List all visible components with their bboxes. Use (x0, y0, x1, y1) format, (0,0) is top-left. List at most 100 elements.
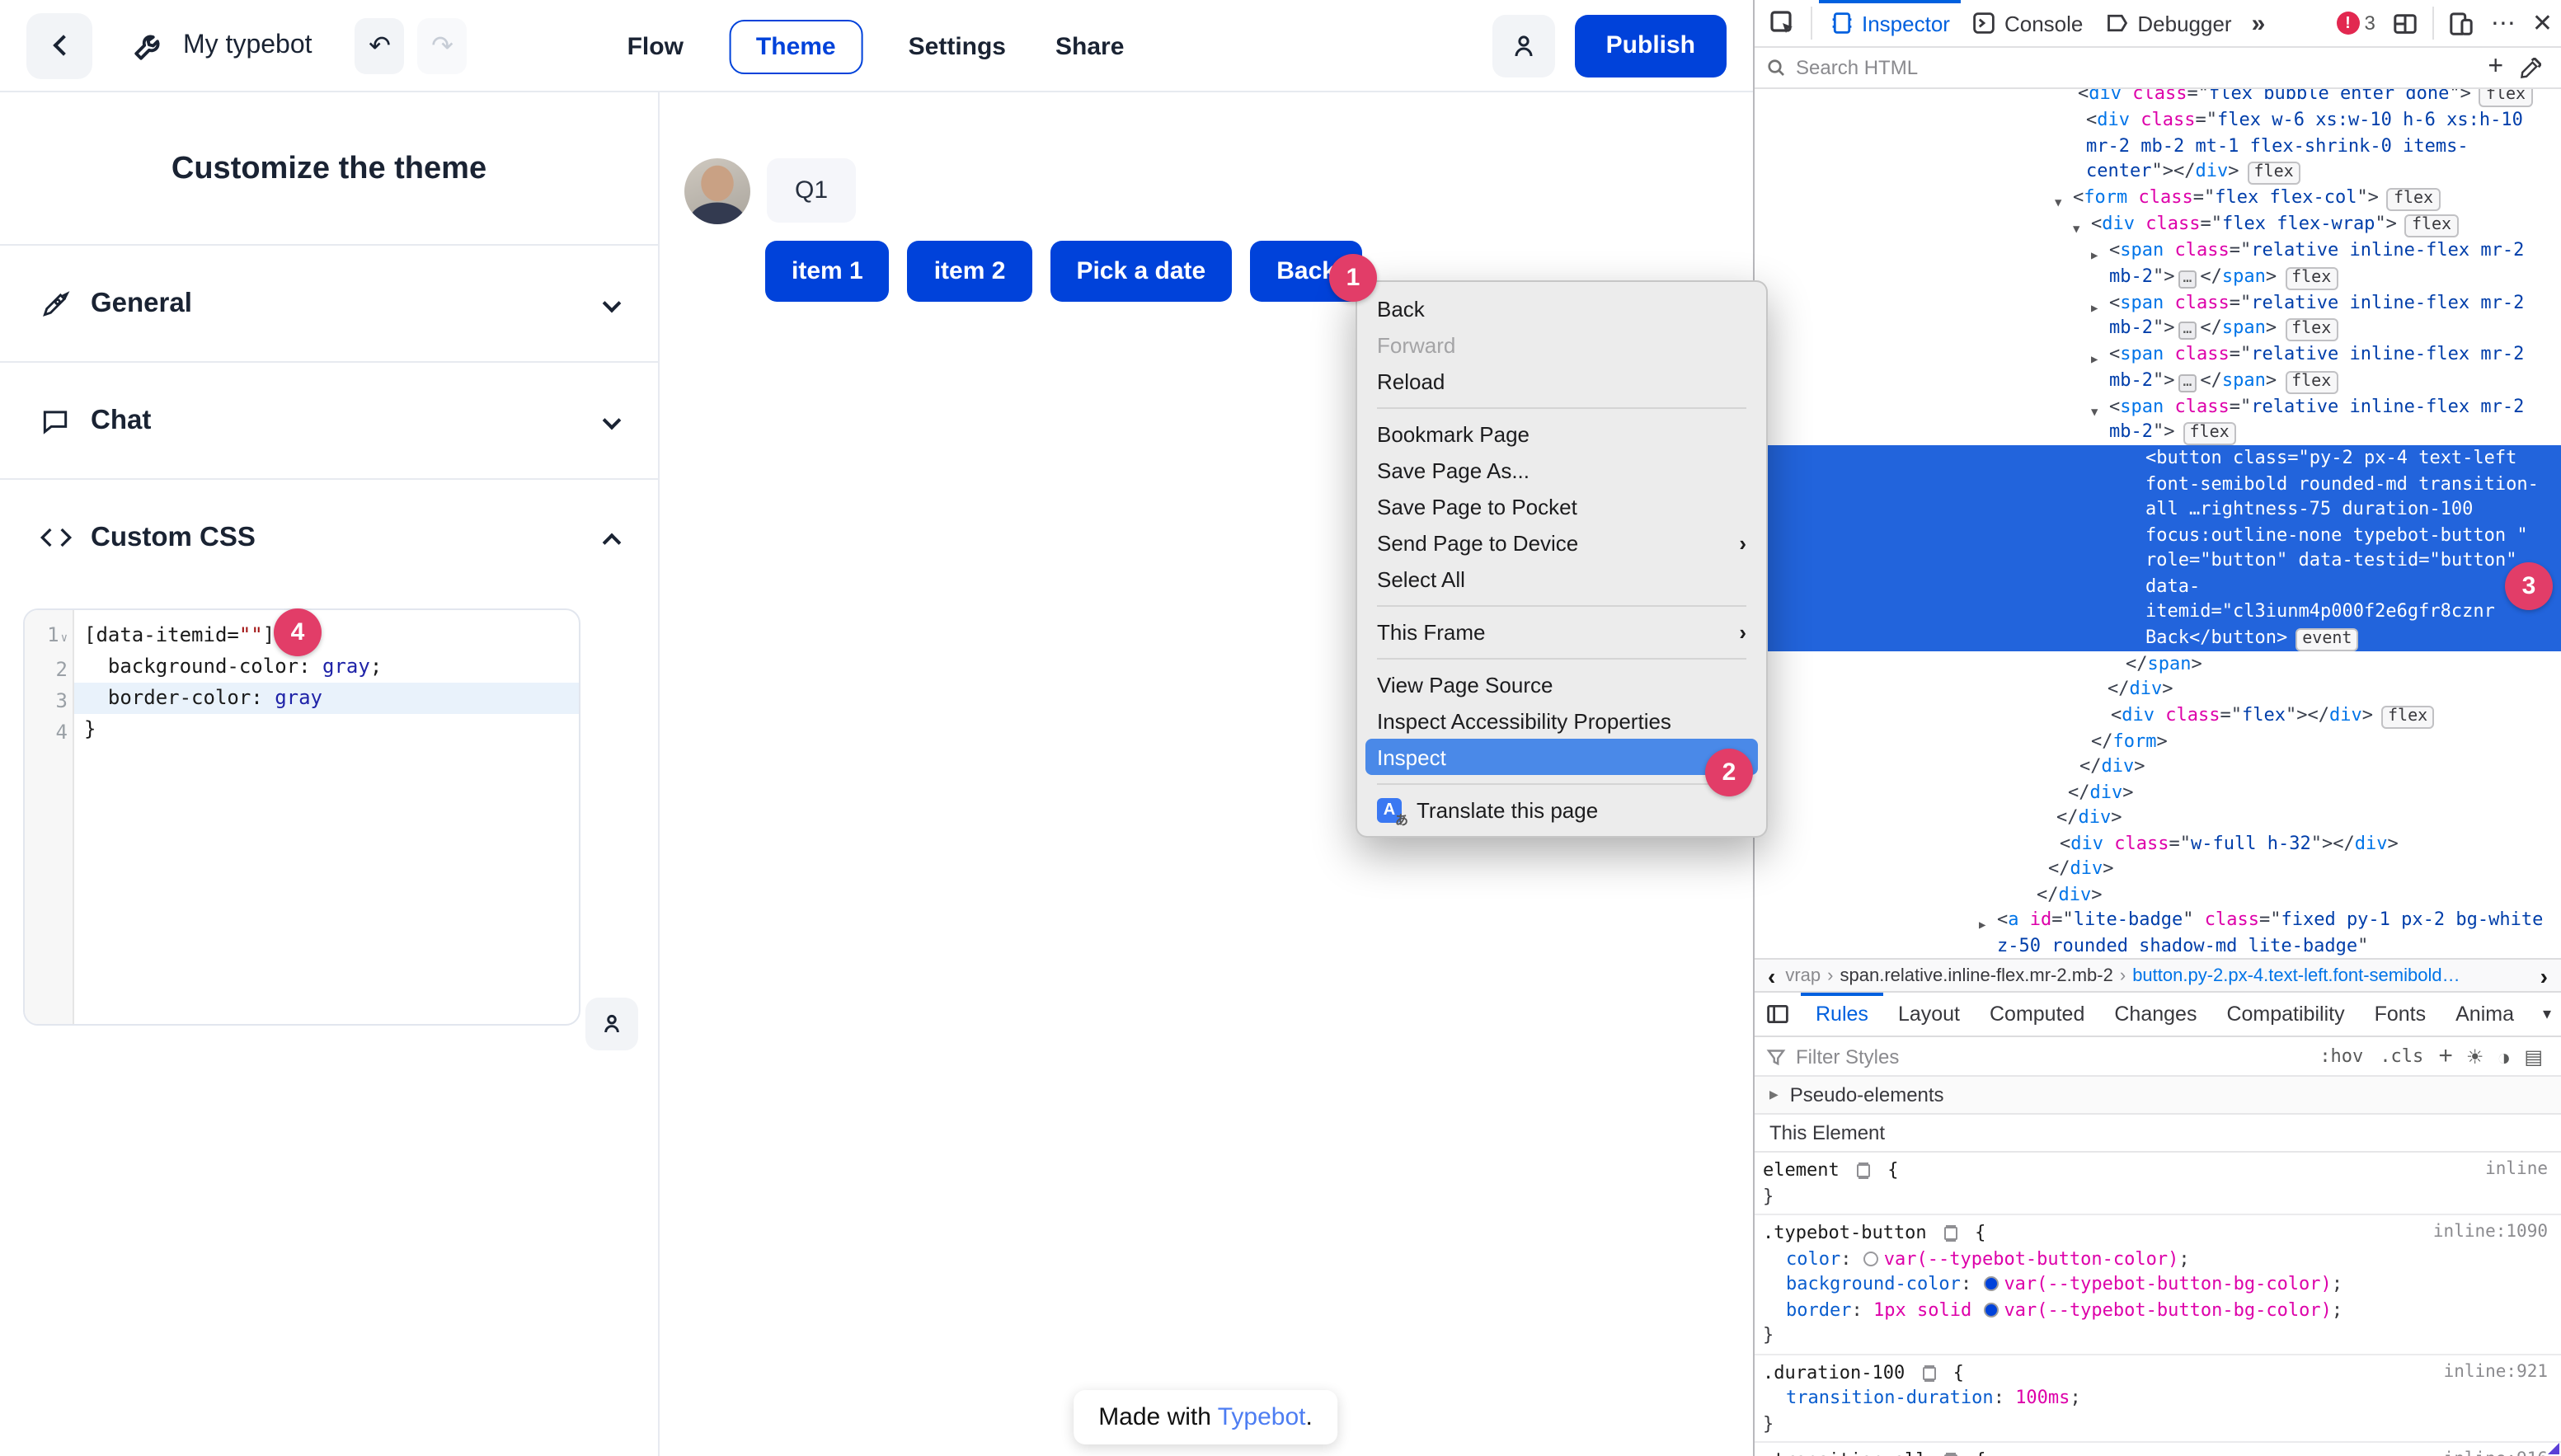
publish-button[interactable]: Publish (1575, 14, 1727, 77)
collapsed-ellipsis[interactable]: … (2178, 373, 2197, 392)
rule-selector-line[interactable]: inline:916.transition-all { (1763, 1448, 2548, 1456)
collaborators-button[interactable] (1492, 14, 1555, 77)
rule-source-link[interactable]: inline:916 (2444, 1448, 2548, 1456)
choice-button-pick-a-date[interactable]: Pick a date (1050, 241, 1232, 302)
tree-node[interactable]: </form> (1755, 728, 2561, 754)
tree-node[interactable]: </div> (1755, 881, 2561, 907)
tabs-dropdown-icon[interactable]: ▾ (2533, 1005, 2561, 1023)
panel-tab-compatibility[interactable]: Compatibility (2211, 993, 2359, 1036)
error-badge-icon[interactable]: ! (2336, 12, 2359, 35)
twisty-icon[interactable]: ▶ (2091, 348, 2098, 373)
made-with-badge[interactable]: Made with Typebot. (1074, 1390, 1337, 1444)
css-declaration[interactable]: border: 1px solid var(--typebot-button-b… (1763, 1297, 2548, 1322)
fold-icon[interactable]: ∨ (61, 632, 68, 645)
editor-code[interactable]: [data-itemid=""] { background-color: gra… (74, 610, 579, 1024)
twisty-icon[interactable]: ▶ (1979, 914, 1985, 939)
node-badge[interactable]: flex (2405, 214, 2458, 237)
panel-tab-rules[interactable]: Rules (1801, 993, 1883, 1036)
rule-source-link[interactable]: inline:1090 (2433, 1220, 2548, 1246)
highlight-target-icon[interactable] (1922, 1366, 1935, 1379)
tree-node[interactable]: ▼<form class="flex flex-col">flex (1755, 185, 2561, 211)
rule-source-link[interactable]: inline:921 (2444, 1360, 2548, 1385)
menu-item-back[interactable]: Back (1357, 290, 1766, 326)
breadcrumb-item[interactable]: span.relative.inline-flex.mr-2.mb-2 (1840, 965, 2113, 985)
tree-node[interactable]: <div class="flex"></div>flex (1755, 702, 2561, 728)
tree-node[interactable]: ▼<div class="flex flex-wrap">flex (1755, 211, 2561, 237)
node-badge[interactable]: flex (2387, 188, 2440, 211)
undo-button[interactable]: ↶ (355, 17, 405, 73)
node-badge[interactable]: event (2296, 627, 2358, 651)
tree-node[interactable]: </div> (1755, 805, 2561, 830)
color-swatch-icon[interactable] (1984, 1302, 1999, 1317)
menu-item-select-all[interactable]: Select All (1357, 561, 1766, 597)
tree-node[interactable]: <div class="flex bubble enter done">flex (1755, 89, 2561, 107)
filter-styles-bar[interactable]: Filter Styles :hov .cls + ☀ ◑ ▤ (1755, 1037, 2561, 1077)
section-custom-css[interactable]: Custom CSS (0, 478, 658, 595)
tab-share[interactable]: Share (1052, 21, 1127, 72)
node-badge[interactable]: flex (2183, 422, 2236, 445)
menu-item-save-page-to-pocket[interactable]: Save Page to Pocket (1357, 488, 1766, 524)
sidebar-toggle-icon[interactable] (1755, 1003, 1801, 1026)
choice-button-item-2[interactable]: item 2 (908, 241, 1032, 302)
light-scheme-icon[interactable]: ☀ (2460, 1045, 2491, 1068)
node-badge[interactable]: flex (2285, 370, 2338, 393)
css-declaration[interactable]: color: var(--typebot-button-color); (1763, 1246, 2548, 1271)
menu-item-reload[interactable]: Reload (1357, 363, 1766, 399)
pick-element-icon[interactable] (1761, 10, 1804, 36)
menu-item-bookmark-page[interactable]: Bookmark Page (1357, 416, 1766, 452)
node-badge[interactable]: flex (2285, 266, 2338, 289)
highlight-target-icon[interactable] (1857, 1164, 1870, 1177)
rule-source-link[interactable]: inline (2485, 1158, 2548, 1183)
panel-tab-anima[interactable]: Anima (2441, 993, 2529, 1036)
devtools-tab-inspector[interactable]: Inspector (1819, 0, 1962, 46)
preview-avatar-button[interactable] (585, 998, 638, 1050)
panel-tab-layout[interactable]: Layout (1883, 993, 1975, 1036)
color-swatch-icon[interactable] (1984, 1276, 1999, 1291)
eyedropper-icon[interactable] (2512, 57, 2549, 78)
devtools-tab-debugger[interactable]: Debugger (2094, 0, 2243, 46)
menu-item-this-frame[interactable]: This Frame› (1357, 613, 1766, 650)
panel-tab-fonts[interactable]: Fonts (2360, 993, 2441, 1036)
panel-tab-changes[interactable]: Changes (2099, 993, 2211, 1036)
pseudo-class-toggle[interactable]: :hov (2311, 1045, 2371, 1067)
tree-node[interactable]: <div class="flex w-6 xs:w-10 h-6 xs:h-10… (1755, 107, 2561, 185)
code-line[interactable]: } (74, 714, 579, 745)
custom-css-editor[interactable]: 1∨234 [data-itemid=""] { background-colo… (23, 608, 580, 1026)
breadcrumb-item[interactable]: button.py-2.px-4.text-left.font-semibold… (2132, 965, 2460, 985)
tree-node[interactable]: ▶<a id="lite-badge" class="fixed py-1 px… (1755, 907, 2561, 958)
selected-tree-node[interactable]: <button class="py-2 px-4 text-left font-… (1755, 445, 2561, 651)
menu-item-translate-this-page[interactable]: ATranslate this page (1357, 791, 1766, 828)
responsive-mode-icon[interactable] (2441, 11, 2483, 35)
rule-selector-line[interactable]: inline:1090.typebot-button { (1763, 1220, 2548, 1246)
tab-theme[interactable]: Theme (730, 19, 862, 73)
code-line[interactable]: border-color: gray (74, 683, 579, 714)
collapsed-ellipsis[interactable]: … (2178, 270, 2197, 288)
color-swatch-icon[interactable] (1864, 1251, 1879, 1266)
node-badge[interactable]: flex (2248, 162, 2300, 185)
tree-node[interactable]: </span> (1755, 651, 2561, 676)
breadcrumb-next-icon[interactable]: › (2534, 962, 2554, 989)
panel-tab-computed[interactable]: Computed (1975, 993, 2099, 1036)
tree-node[interactable]: </div> (1755, 779, 2561, 805)
redo-button[interactable]: ↷ (418, 17, 468, 73)
menu-item-send-page-to-device[interactable]: Send Page to Device› (1357, 524, 1766, 561)
menu-item-view-page-source[interactable]: View Page Source (1357, 666, 1766, 702)
add-rule-icon[interactable]: + (2432, 1042, 2460, 1070)
tree-node[interactable]: </div> (1755, 676, 2561, 702)
dark-scheme-icon[interactable]: ◑ (2490, 1043, 2517, 1069)
search-html-bar[interactable]: Search HTML + (1755, 48, 2561, 89)
menu-item-save-page-as-[interactable]: Save Page As... (1357, 452, 1766, 488)
add-node-icon[interactable]: + (2479, 53, 2512, 82)
highlight-target-icon[interactable] (1944, 1227, 1957, 1240)
class-toggle[interactable]: .cls (2371, 1045, 2432, 1067)
devtools-tab-console[interactable]: Console (1962, 0, 2094, 46)
twisty-icon[interactable]: ▶ (2091, 296, 2098, 322)
node-badge[interactable]: flex (2381, 705, 2434, 728)
print-media-icon[interactable]: ▤ (2517, 1045, 2549, 1068)
node-badge[interactable]: flex (2285, 318, 2338, 341)
tree-node[interactable]: </div> (1755, 754, 2561, 779)
close-devtools-icon[interactable]: ✕ (2524, 8, 2561, 38)
section-chat[interactable]: Chat (0, 361, 658, 478)
back-button[interactable] (26, 12, 92, 78)
more-tools-icon[interactable]: » (2244, 9, 2274, 37)
